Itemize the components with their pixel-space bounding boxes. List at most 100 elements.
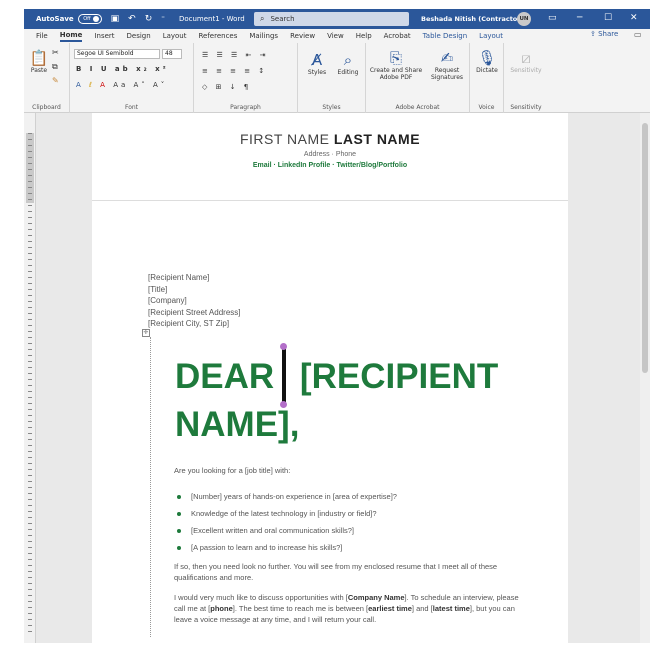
- user-name[interactable]: Beshada Nitish (Contractor): [421, 15, 523, 23]
- pdf-icon: ⎘: [389, 49, 402, 67]
- font-color-row[interactable]: A ℓ A Aa A˄ A˅: [76, 81, 167, 89]
- recipient-block[interactable]: [Recipient Name] [Title] [Company] [Reci…: [148, 272, 241, 330]
- list-item: Knowledge of the latest technology in [i…: [174, 505, 397, 522]
- request-signatures-button[interactable]: ✍ Request Signatures: [426, 49, 468, 81]
- search-placeholder: Search: [270, 15, 295, 23]
- paragraph-contact[interactable]: I would very much like to discuss opport…: [174, 592, 524, 625]
- recipient-title: [Title]: [148, 284, 168, 294]
- editing-button[interactable]: ⌕ Editing: [334, 51, 362, 76]
- header-links[interactable]: Email · LinkedIn Profile · Twitter/Blog/…: [92, 162, 568, 169]
- first-name: FIRST NAME: [239, 131, 330, 147]
- tab-table-layout[interactable]: Layout: [479, 32, 503, 40]
- styles-icon: A̸: [311, 51, 323, 69]
- save-icon[interactable]: ▣: [111, 14, 120, 24]
- align-buttons-row[interactable]: ≡ ≡ ≡ ≡ ↕: [202, 67, 267, 75]
- comment-icon[interactable]: ▭: [634, 30, 642, 39]
- table-border: [150, 337, 151, 637]
- undo-icon[interactable]: ↶: [128, 14, 136, 24]
- sensitivity-label: Sensitivity: [510, 104, 542, 111]
- font-name-box[interactable]: Segoe UI Semibold: [74, 49, 160, 59]
- customize-toolbar-icon[interactable]: ⁼: [161, 15, 165, 23]
- vertical-scrollbar[interactable]: [640, 113, 650, 643]
- table-move-handle[interactable]: ✛: [142, 329, 150, 337]
- list-item-text: Knowledge of the latest technology in [i…: [191, 509, 377, 518]
- styles-button[interactable]: A̸ Styles: [304, 51, 330, 76]
- salutation-word: DEAR: [175, 357, 275, 396]
- format-painter-icon[interactable]: ✎: [52, 77, 59, 85]
- tab-help[interactable]: Help: [356, 32, 372, 40]
- tab-file[interactable]: File: [36, 32, 48, 40]
- search-box[interactable]: ⌕ Search: [254, 12, 409, 26]
- document-page[interactable]: FIRST NAME LAST NAME Address · Phone Ema…: [92, 113, 568, 643]
- last-name: LAST NAME: [333, 131, 421, 147]
- recipient-company: [Company]: [148, 296, 187, 305]
- header-name[interactable]: FIRST NAME LAST NAME: [92, 131, 568, 147]
- selection-handle-top[interactable]: [280, 343, 287, 350]
- list-item: [Excellent written and oral communicatio…: [174, 522, 397, 539]
- minimize-icon[interactable]: ─: [577, 13, 582, 23]
- styles-label: Styles: [307, 69, 327, 76]
- salutation[interactable]: DEAR [RECIPIENT NAME],: [175, 353, 535, 449]
- bullet-icon: [177, 511, 181, 516]
- bullet-list[interactable]: [Number] years of hands-on experience in…: [174, 488, 397, 556]
- dictate-label: Dictate: [476, 67, 498, 74]
- signature-icon: ✍: [440, 49, 454, 67]
- editing-label: Editing: [337, 69, 359, 76]
- para2-part-d: ] and [: [411, 604, 433, 613]
- redo-icon[interactable]: ↻: [145, 14, 153, 24]
- tab-design[interactable]: Design: [127, 32, 151, 40]
- request-label-1: Request: [434, 67, 460, 74]
- list-item-text: [A passion to learn and to increase his …: [191, 543, 343, 552]
- voice-group: 🎙 Dictate Voice: [470, 43, 504, 113]
- company-name-field: Company Name: [347, 593, 405, 602]
- ribbon-display-icon[interactable]: ▭: [548, 13, 557, 23]
- styles-group-label: Styles: [322, 104, 341, 111]
- tab-view[interactable]: View: [327, 32, 344, 40]
- scrollbar-thumb[interactable]: [642, 123, 648, 373]
- recipient-name: [Recipient Name]: [148, 273, 210, 282]
- sensitivity-btn-label: Sensitivity: [510, 67, 542, 74]
- bullet-icon: [177, 494, 181, 499]
- toggle-knob: [92, 16, 99, 22]
- para2-part-a: I would very much like to discuss opport…: [174, 593, 348, 602]
- font-label: Font: [124, 104, 139, 111]
- header-contact[interactable]: Address · Phone: [92, 151, 568, 158]
- paragraph-group: ☰ ☰ ☰ ⇤ ⇥ ≡ ≡ ≡ ≡ ↕ ◇ ⊞ ↓ ¶ Paragraph: [194, 43, 298, 113]
- font-format-row[interactable]: B I U ab x₂ x²: [76, 65, 169, 73]
- sensitivity-button[interactable]: ⧄ Sensitivity: [506, 49, 546, 74]
- avatar[interactable]: UN: [517, 12, 531, 26]
- tab-acrobat[interactable]: Acrobat: [384, 32, 411, 40]
- selection-handle-bottom[interactable]: [280, 401, 287, 408]
- latest-time-field: latest time: [432, 604, 470, 613]
- share-button[interactable]: ⇪ Share: [590, 30, 618, 38]
- tab-home[interactable]: Home: [59, 31, 83, 42]
- copy-icon[interactable]: ⧉: [52, 63, 58, 71]
- request-label-2: Signatures: [430, 74, 464, 81]
- tab-references[interactable]: References: [198, 32, 237, 40]
- dictate-button[interactable]: 🎙 Dictate: [473, 49, 501, 74]
- text-cursor: [282, 349, 286, 403]
- shading-row[interactable]: ◇ ⊞ ↓ ¶: [202, 83, 251, 91]
- tab-mailings[interactable]: Mailings: [249, 32, 278, 40]
- paste-label: Paste: [30, 67, 48, 74]
- cut-icon[interactable]: ✂: [52, 49, 59, 57]
- clipboard-icon: 📋: [29, 49, 49, 67]
- tab-review[interactable]: Review: [290, 32, 315, 40]
- page-header[interactable]: FIRST NAME LAST NAME Address · Phone Ema…: [92, 113, 568, 201]
- intro-paragraph[interactable]: Are you looking for a [job title] with:: [174, 465, 524, 476]
- create-share-pdf-button[interactable]: ⎘ Create and Share Adobe PDF: [368, 49, 424, 81]
- salutation-placeholder: [RECIPIENT: [299, 357, 499, 396]
- search-icon: ⌕: [260, 14, 265, 23]
- font-size-box[interactable]: 48: [162, 49, 182, 59]
- tab-table-design[interactable]: Table Design: [423, 32, 468, 40]
- tab-insert[interactable]: Insert: [94, 32, 114, 40]
- maximize-icon[interactable]: ☐: [604, 13, 612, 23]
- paragraph-qualifications[interactable]: If so, then you need look no further. Yo…: [174, 561, 524, 583]
- list-buttons-row[interactable]: ☰ ☰ ☰ ⇤ ⇥: [202, 51, 268, 59]
- close-icon[interactable]: ✕: [630, 13, 638, 23]
- paste-button[interactable]: 📋 Paste: [28, 49, 50, 74]
- vertical-ruler: [24, 113, 36, 643]
- tab-layout[interactable]: Layout: [163, 32, 187, 40]
- autosave-toggle[interactable]: Off: [77, 14, 102, 24]
- find-icon: ⌕: [343, 51, 353, 69]
